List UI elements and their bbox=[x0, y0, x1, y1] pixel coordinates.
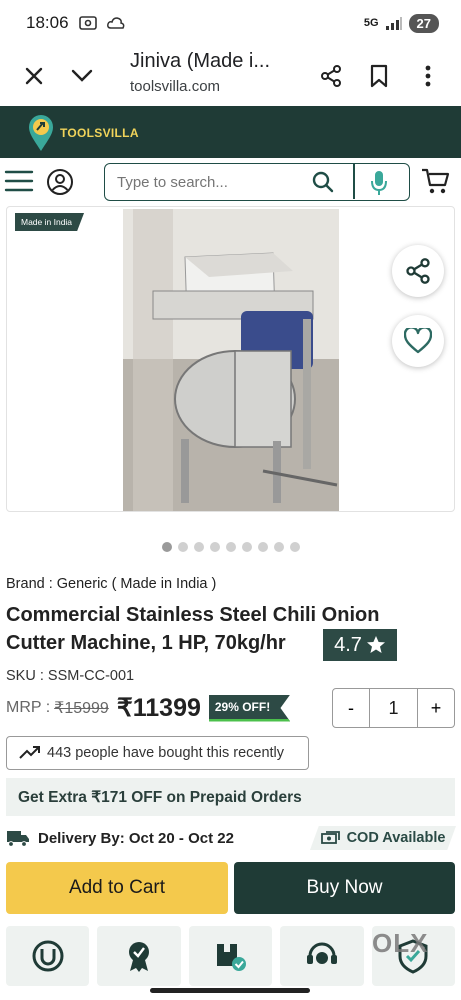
carousel-dot[interactable] bbox=[225, 542, 236, 552]
logo-pin-icon bbox=[29, 115, 53, 151]
share-icon bbox=[406, 258, 430, 284]
carousel-dot[interactable] bbox=[257, 542, 268, 552]
heart-icon bbox=[404, 328, 432, 354]
badge-check-icon bbox=[129, 942, 150, 972]
chevron-down-icon bbox=[71, 69, 93, 82]
carousel-dot[interactable] bbox=[241, 542, 252, 552]
delivery-dates: Delivery By: Oct 20 - Oct 22 bbox=[38, 829, 234, 847]
increase-quantity-button[interactable]: + bbox=[418, 689, 454, 727]
social-proof-banner: 443 people have bought this recently bbox=[6, 736, 309, 770]
box-check-icon bbox=[216, 944, 246, 971]
bookmark-icon bbox=[370, 64, 388, 88]
carousel-dot[interactable] bbox=[161, 542, 172, 552]
decrease-quantity-button[interactable]: - bbox=[333, 689, 369, 727]
support-agent-icon bbox=[306, 942, 337, 964]
trending-up-icon bbox=[19, 746, 40, 759]
mrp-label: MRP : bbox=[6, 699, 51, 716]
carousel-dots bbox=[0, 542, 461, 552]
delivery-truck-icon bbox=[7, 831, 29, 847]
menu-button[interactable] bbox=[4, 168, 34, 196]
gesture-home-bar[interactable] bbox=[150, 988, 310, 993]
expand-button[interactable] bbox=[64, 58, 100, 94]
logo-text: TOOLSVILLA bbox=[60, 126, 139, 140]
network-label: 5G bbox=[363, 17, 379, 29]
star-icon bbox=[366, 636, 385, 653]
feature-item[interactable] bbox=[97, 926, 181, 986]
search-bar bbox=[104, 163, 410, 201]
price-row: MRP : ₹15999 ₹11399 29% OFF! bbox=[6, 692, 291, 724]
status-bar: 18:06 5G 27 bbox=[0, 0, 461, 46]
add-to-cart-button[interactable]: Add to Cart bbox=[6, 862, 228, 914]
buy-now-button[interactable]: Buy Now bbox=[234, 862, 455, 914]
discount-badge: 29% OFF! bbox=[208, 694, 291, 722]
rating-value: 4.7 bbox=[334, 633, 362, 656]
nav-row bbox=[0, 158, 461, 206]
cash-icon bbox=[320, 831, 340, 844]
site-header: TOOLSVILLA bbox=[0, 106, 461, 158]
share-product-button[interactable] bbox=[392, 245, 444, 297]
close-tab-button[interactable] bbox=[16, 58, 52, 94]
browser-menu-button[interactable] bbox=[410, 58, 446, 94]
sale-price: ₹11399 bbox=[116, 694, 201, 722]
wishlist-button[interactable] bbox=[392, 315, 444, 367]
search-input[interactable] bbox=[117, 173, 317, 191]
browser-url[interactable]: toolsvilla.com bbox=[130, 78, 220, 95]
bookmark-button[interactable] bbox=[361, 58, 397, 94]
voice-search-button[interactable] bbox=[369, 169, 393, 197]
cart-icon bbox=[422, 168, 450, 194]
made-in-india-badge: Made in India bbox=[15, 213, 85, 231]
carousel-dot[interactable] bbox=[209, 542, 220, 552]
cod-text: COD Available bbox=[346, 830, 446, 846]
shield-u-icon bbox=[32, 940, 64, 972]
signal-icon bbox=[385, 17, 402, 30]
quantity-value[interactable]: 1 bbox=[369, 689, 418, 727]
browser-page-title: Jiniva (Made i... bbox=[130, 50, 271, 72]
more-vertical-icon bbox=[425, 65, 431, 87]
quantity-stepper: - 1 + bbox=[332, 688, 455, 728]
search-button[interactable] bbox=[311, 170, 337, 196]
carousel-dot[interactable] bbox=[193, 542, 204, 552]
feature-item[interactable] bbox=[6, 926, 90, 986]
search-divider bbox=[353, 164, 355, 199]
browser-toolbar: Jiniva (Made i... toolsvilla.com bbox=[0, 46, 461, 106]
hamburger-icon bbox=[4, 170, 34, 192]
user-icon bbox=[47, 169, 73, 195]
search-icon bbox=[312, 171, 334, 193]
feature-item[interactable] bbox=[188, 926, 273, 986]
product-image[interactable] bbox=[123, 209, 339, 511]
account-button[interactable] bbox=[46, 168, 76, 198]
site-logo[interactable]: TOOLSVILLA bbox=[28, 114, 139, 152]
olx-watermark: OLX bbox=[372, 928, 429, 958]
status-time: 18:06 bbox=[26, 13, 69, 32]
product-gallery[interactable]: Made in India bbox=[6, 206, 455, 512]
share-page-button[interactable] bbox=[313, 58, 349, 94]
cloud-icon bbox=[106, 17, 124, 29]
mrp-value: ₹15999 bbox=[54, 700, 109, 717]
product-machine-illustration bbox=[123, 209, 339, 511]
close-icon bbox=[25, 67, 43, 85]
screenshot-icon bbox=[78, 16, 97, 30]
rating-badge: 4.7 bbox=[323, 629, 397, 661]
bought-count-text: 443 people have bought this recently bbox=[47, 745, 285, 761]
carousel-dot[interactable] bbox=[177, 542, 188, 552]
carousel-dot[interactable] bbox=[273, 542, 284, 552]
carousel-dot[interactable] bbox=[289, 542, 300, 552]
share-icon bbox=[321, 65, 341, 87]
sku-label: SKU : SSM-CC-001 bbox=[6, 668, 135, 684]
delivery-info: Delivery By: Oct 20 - Oct 22 bbox=[6, 826, 234, 850]
battery-indicator: 27 bbox=[408, 13, 439, 33]
cart-button[interactable] bbox=[420, 166, 452, 198]
microphone-icon bbox=[371, 171, 387, 195]
feature-item[interactable] bbox=[280, 926, 364, 986]
cod-badge: COD Available bbox=[310, 826, 456, 850]
brand-line: Brand : Generic ( Made in India ) bbox=[6, 576, 217, 592]
prepaid-offer-banner: Get Extra ₹171 OFF on Prepaid Orders bbox=[6, 778, 455, 816]
